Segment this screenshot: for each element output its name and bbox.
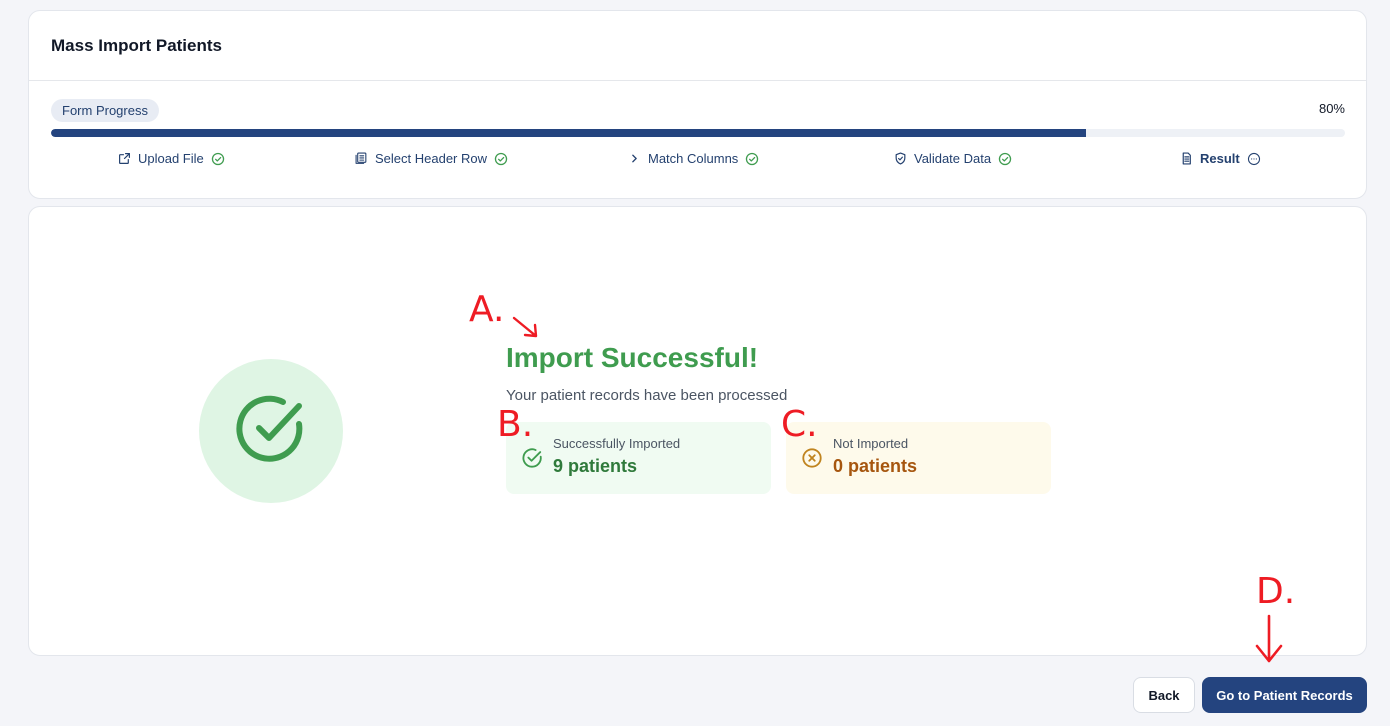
step-select-header-row[interactable]: Select Header Row [355, 151, 508, 166]
step-label: Validate Data [914, 151, 992, 166]
go-to-patient-records-button[interactable]: Go to Patient Records [1202, 677, 1367, 713]
check-circle-icon [521, 447, 543, 474]
not-imported-label: Not Imported [833, 436, 909, 451]
step-result[interactable]: Result [1180, 151, 1261, 166]
check-circle-icon [745, 152, 759, 166]
progress-bar-fill [51, 129, 1087, 137]
step-match-columns[interactable]: Match Columns [628, 151, 759, 166]
back-button[interactable]: Back [1133, 677, 1195, 713]
not-imported-summary: Not Imported 0 patients [786, 422, 1051, 494]
imported-count: 9 patients [553, 456, 638, 476]
not-imported-count: 0 patients [833, 456, 918, 476]
success-illustration [199, 359, 343, 503]
step-label: Upload File [138, 151, 204, 166]
table-icon [355, 152, 368, 165]
page-title: Mass Import Patients [51, 36, 222, 55]
external-link-icon [118, 152, 131, 165]
step-validate-data[interactable]: Validate Data [894, 151, 1012, 166]
annotation-a-label: A. [469, 289, 505, 330]
more-circle-icon [1247, 152, 1261, 166]
chevron-right-icon [628, 152, 641, 165]
form-progress-card: Mass Import Patients Form Progress 80% U… [28, 10, 1367, 199]
x-circle-icon [801, 447, 823, 474]
step-upload-file[interactable]: Upload File [118, 151, 225, 166]
annotation-b-label: B. [497, 404, 534, 445]
step-list: Upload File Select Header Row Match Colu… [51, 151, 1345, 171]
shield-check-icon [894, 152, 907, 165]
step-label: Select Header Row [375, 151, 487, 166]
step-label: Match Columns [648, 151, 739, 166]
check-circle-icon [211, 152, 225, 166]
check-circle-icon [998, 152, 1012, 166]
imported-summary: Successfully Imported 9 patients [506, 422, 771, 494]
header-divider [29, 80, 1366, 81]
result-title: Import Successful! [506, 342, 759, 373]
check-circle-icon [235, 393, 307, 470]
annotation-c-label: C. [781, 404, 818, 445]
progress-bar [51, 129, 1345, 137]
form-progress-badge: Form Progress [51, 99, 159, 122]
imported-label: Successfully Imported [553, 436, 681, 451]
annotation-a-arrow [512, 316, 538, 338]
check-circle-icon [494, 152, 508, 166]
annotation-d-label: D. [1256, 571, 1296, 612]
document-icon [1180, 152, 1193, 165]
annotation-d-arrow [1255, 614, 1283, 663]
result-subtitle: Your patient records have been processed [506, 387, 788, 404]
step-label: Result [1200, 151, 1240, 166]
import-result-card: Import Successful! Your patient records … [28, 206, 1367, 656]
progress-percent: 80% [1318, 101, 1345, 116]
